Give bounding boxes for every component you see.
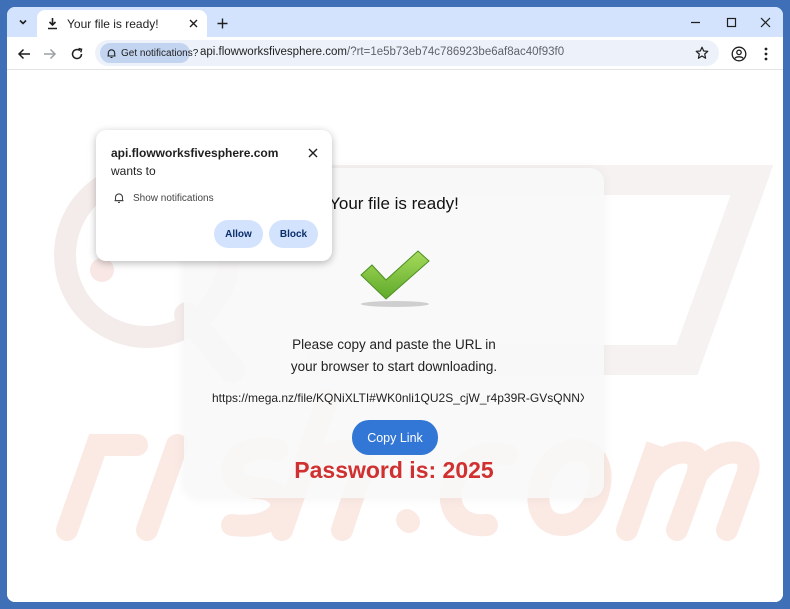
forward-icon[interactable] [40, 44, 60, 64]
address-bar[interactable]: Get notifications? api.flowworksfivesphe… [95, 40, 719, 66]
checkmark-icon [360, 250, 430, 307]
close-icon[interactable] [306, 146, 320, 160]
popup-wants-to: wants to [111, 164, 156, 178]
close-icon[interactable] [185, 16, 201, 32]
maximize-icon[interactable] [719, 12, 743, 32]
plus-icon[interactable] [212, 13, 232, 33]
download-icon [45, 17, 59, 31]
notification-popup: api.flowworksfivesphere.com wants to Sho… [96, 130, 332, 261]
chip-label: Get notifications? [121, 47, 199, 59]
tab-search-icon[interactable] [12, 12, 34, 32]
tab-title: Your file is ready! [67, 16, 159, 31]
bell-icon [113, 192, 125, 204]
menu-icon[interactable] [756, 44, 776, 64]
browser-window: Your file is ready! Get notifications? a… [7, 7, 783, 602]
permission-label: Show notifications [133, 192, 214, 204]
url-path: /?rt=1e5b73eb74c786923be6af8ac40f93f0 [347, 46, 565, 58]
instruction-line-1: Please copy and paste the URL in [292, 337, 496, 352]
popup-site: api.flowworksfivesphere.com [111, 146, 279, 160]
instruction-line-2: your browser to start downloading. [290, 359, 498, 374]
toolbar: Get notifications? api.flowworksfivesphe… [7, 37, 783, 70]
url-host: api.flowworksfivesphere.com [200, 46, 348, 58]
popup-permission: Show notifications [113, 192, 214, 204]
page-content: Your file is ready! Please copy and past… [7, 70, 783, 602]
star-icon[interactable] [693, 44, 711, 62]
profile-icon[interactable] [729, 44, 749, 64]
bell-icon [106, 48, 117, 59]
reload-icon[interactable] [67, 44, 87, 64]
url-text[interactable]: api.flowworksfivesphere.com/?rt=1e5b73eb… [200, 46, 564, 58]
notification-chip[interactable]: Get notifications? [100, 43, 198, 63]
tab-active[interactable]: Your file is ready! [37, 10, 207, 37]
password-text: Password is: 2025 [294, 457, 494, 483]
download-link[interactable]: https://mega.nz/file/KQNiXLTI#WK0nli1QU2… [212, 391, 584, 405]
tab-strip: Your file is ready! [7, 7, 783, 37]
back-icon[interactable] [14, 44, 34, 64]
copy-link-button[interactable]: Copy Link [352, 420, 438, 455]
allow-button[interactable]: Allow [214, 220, 263, 248]
minimize-icon[interactable] [683, 12, 707, 32]
close-icon[interactable] [753, 12, 777, 32]
instruction-text: Please copy and paste the URL in your br… [274, 334, 514, 378]
block-button[interactable]: Block [269, 220, 318, 248]
